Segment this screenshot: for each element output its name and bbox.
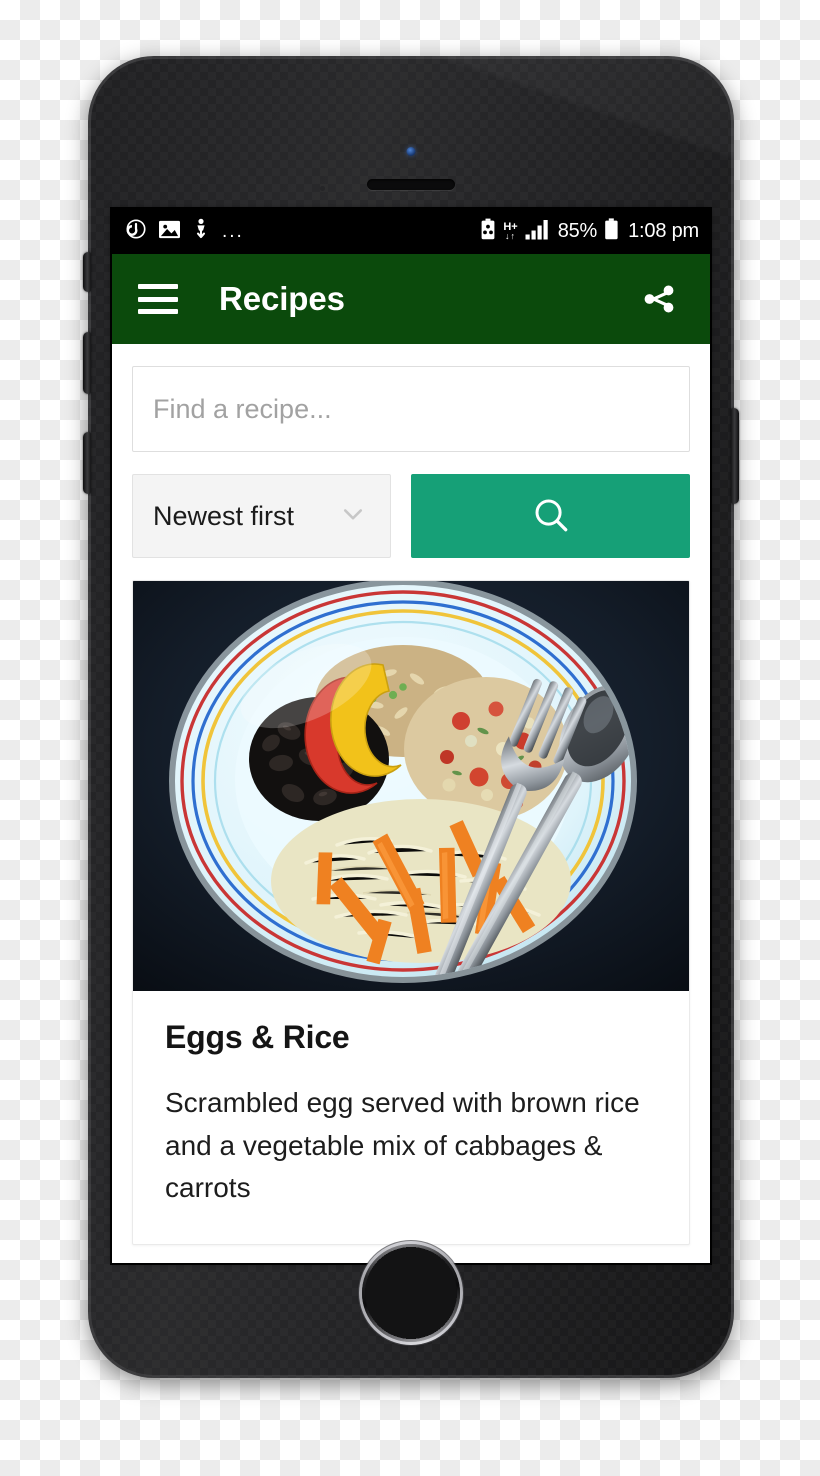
volume-up-button[interactable] [83, 332, 91, 394]
recipe-list: Eggs & Rice Scrambled egg served with br… [112, 558, 710, 1245]
clock-time-label: 1:08 pm [628, 220, 699, 242]
silent-switch[interactable] [83, 252, 91, 292]
alarm-timer-icon [125, 218, 147, 245]
home-button[interactable] [362, 1244, 460, 1342]
recipe-card[interactable]: Eggs & Rice Scrambled egg served with br… [132, 580, 690, 1245]
image-icon [158, 219, 181, 245]
chevron-down-icon [336, 497, 370, 536]
data-network-icon: H+ ↓↑ [503, 220, 518, 241]
recipe-description: Scrambled egg served with brown rice and… [165, 1087, 640, 1204]
phone-device: ... H+ ↓↑ 85% 1:08 pm Recipes Find a rec… [83, 56, 739, 1378]
proximity-sensor-icon [320, 186, 325, 191]
app-bar: Recipes [112, 254, 710, 344]
recipe-body: Eggs & Rice Scrambled egg served with br… [133, 991, 689, 1244]
share-icon[interactable] [638, 278, 680, 320]
battery-icon [604, 218, 619, 245]
status-bar-left-icons: ... [125, 218, 244, 245]
recipe-photo [133, 581, 689, 991]
volume-down-button[interactable] [83, 432, 91, 494]
filter-row: Newest first [132, 474, 690, 558]
status-more-indicator: ... [222, 220, 244, 242]
search-input[interactable] [132, 366, 690, 452]
search-panel: Newest first [112, 344, 710, 558]
earpiece-speaker [367, 179, 455, 190]
power-button[interactable] [731, 408, 739, 504]
page-title: Recipes [219, 280, 345, 317]
sort-order-label: Newest first [153, 500, 295, 531]
search-submit-button[interactable] [411, 474, 690, 558]
hamburger-menu-icon[interactable] [138, 284, 178, 314]
battery-percent-label: 85% [557, 220, 598, 242]
status-bar: ... H+ ↓↑ 85% 1:08 pm [112, 209, 710, 254]
search-icon [530, 494, 572, 539]
status-bar-right-icons: H+ ↓↑ 85% 1:08 pm [480, 218, 699, 245]
signal-bars-icon [525, 219, 551, 245]
sort-order-select[interactable]: Newest first [132, 474, 391, 558]
phone-screen: ... H+ ↓↑ 85% 1:08 pm Recipes Find a rec… [112, 209, 710, 1263]
recipe-title: Eggs & Rice [165, 1019, 350, 1055]
front-camera-icon [406, 147, 416, 156]
battery-saver-icon [480, 218, 496, 245]
download-icon [192, 218, 210, 245]
